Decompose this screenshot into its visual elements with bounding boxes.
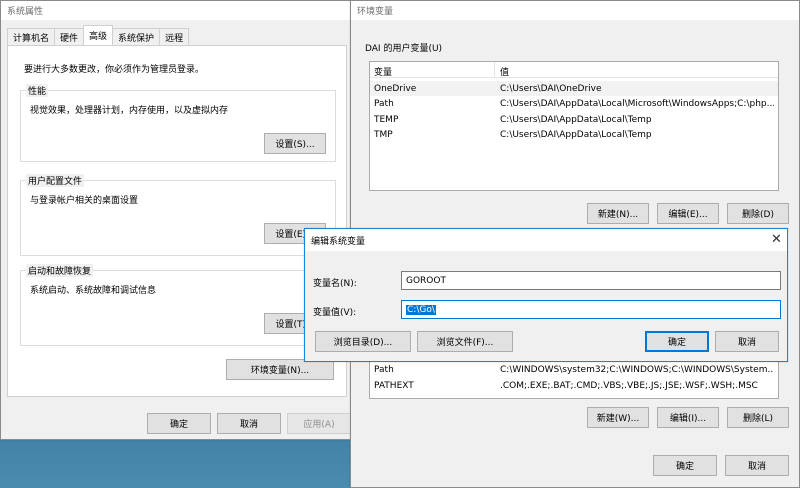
tab-remote[interactable]: 远程 [159,28,190,45]
environment-variables-title: 环境变量 [357,7,394,17]
edit-dialog-titlebar: 编辑系统变量 [305,229,787,251]
environment-variables-ok-button[interactable]: 确定 [653,455,717,476]
close-icon[interactable]: ✕ [771,233,782,246]
variable-value-selected-text: C:\Go\ [406,304,436,315]
user-var-name: OneDrive [374,83,417,94]
startup-recovery-group [20,270,336,346]
user-edit-button[interactable]: 编辑(E)... [657,203,719,224]
system-properties-titlebar: 系统属性 [1,1,351,20]
variable-name-value: GOROOT [406,275,446,286]
variable-name-label: 变量名(N): [313,279,357,289]
system-var-value: .COM;.EXE;.BAT;.CMD;.VBS;.VBE;.JS;.JSE;.… [500,380,758,391]
performance-desc: 视觉效果，处理器计划，内存使用，以及虚拟内存 [30,106,229,116]
system-properties-ok-button[interactable]: 确定 [147,413,211,434]
edit-dialog-cancel-button[interactable]: 取消 [715,331,779,352]
user-variables-list[interactable]: 变量 值 OneDrive C:\Users\DAI\OneDrive Path… [369,61,779,191]
variable-name-input[interactable]: GOROOT [401,271,781,290]
system-properties-cancel-button[interactable]: 取消 [217,413,281,434]
tab-advanced[interactable]: 高级 [83,25,114,45]
edit-system-variable-dialog: 编辑系统变量 ✕ 变量名(N): GOROOT 变量值(V): C:\Go\ 浏… [304,228,788,362]
tab-computer-name[interactable]: 计算机名 [7,28,56,45]
tab-system-protection[interactable]: 系统保护 [112,28,161,45]
system-properties-apply-button[interactable]: 应用(A) [287,413,351,434]
system-var-name: Path [374,364,394,375]
environment-variables-button[interactable]: 环境变量(N)... [226,359,334,380]
variable-value-input[interactable]: C:\Go\ [401,300,781,319]
system-var-row[interactable]: Path C:\WINDOWS\system32;C:\WINDOWS;C:\W… [370,362,778,377]
performance-settings-button[interactable]: 设置(S)... [264,133,326,154]
performance-title: 性能 [26,84,49,97]
user-variables-label: DAI 的用户变量(U) [365,44,443,54]
edit-dialog-ok-button[interactable]: 确定 [645,331,709,352]
user-var-name: TEMP [374,114,399,125]
user-var-value: C:\Users\DAI\OneDrive [500,83,602,94]
column-variable-header: 变量 [374,68,393,78]
user-variables-header: 变量 值 [370,62,778,78]
system-properties-window: 系统属性 计算机名 硬件 高级 系统保护 远程 要进行大多数更改，你必须作为管理… [0,0,352,440]
user-profile-desc: 与登录帐户相关的桌面设置 [30,196,139,206]
user-var-value: C:\Users\DAI\AppData\Local\Temp [500,114,652,125]
environment-variables-titlebar: 环境变量 [351,1,799,20]
user-delete-button[interactable]: 删除(D) [727,203,789,224]
system-properties-title: 系统属性 [7,7,44,17]
admin-note: 要进行大多数更改，你必须作为管理员登录。 [24,65,205,75]
browse-file-button[interactable]: 浏览文件(F)... [417,331,513,352]
startup-recovery-title: 启动和故障恢复 [26,264,94,277]
column-separator [494,62,495,78]
system-var-row[interactable]: PATHEXT .COM;.EXE;.BAT;.CMD;.VBS;.VBE;.J… [370,378,778,393]
user-var-row[interactable]: TEMP C:\Users\DAI\AppData\Local\Temp [370,112,778,127]
user-var-value: C:\Users\DAI\AppData\Local\Microsoft\Win… [500,98,774,109]
startup-recovery-desc: 系统启动、系统故障和调试信息 [30,286,157,296]
user-new-button[interactable]: 新建(N)... [587,203,649,224]
user-var-name: TMP [374,129,393,140]
user-var-row[interactable]: Path C:\Users\DAI\AppData\Local\Microsof… [370,96,778,111]
user-var-row[interactable]: OneDrive C:\Users\DAI\OneDrive [370,81,778,96]
edit-dialog-title: 编辑系统变量 [311,236,366,247]
user-var-value: C:\Users\DAI\AppData\Local\Temp [500,129,652,140]
user-profile-title: 用户配置文件 [26,174,85,187]
user-var-row[interactable]: TMP C:\Users\DAI\AppData\Local\Temp [370,127,778,142]
variable-value-label: 变量值(V): [313,308,357,318]
system-delete-button[interactable]: 删除(L) [727,407,789,428]
system-edit-button[interactable]: 编辑(I)... [657,407,719,428]
system-new-button[interactable]: 新建(W)... [587,407,649,428]
tab-hardware[interactable]: 硬件 [54,28,85,45]
user-var-name: Path [374,98,394,109]
browse-directory-button[interactable]: 浏览目录(D)... [315,331,411,352]
advanced-tab-pane: 要进行大多数更改，你必须作为管理员登录。 性能 视觉效果，处理器计划，内存使用，… [7,45,347,397]
system-var-name: PATHEXT [374,380,414,391]
system-properties-tabs: 计算机名 硬件 高级 系统保护 远程 [7,25,190,45]
system-var-value: C:\WINDOWS\system32;C:\WINDOWS;C:\WINDOW… [500,364,774,375]
column-value-header: 值 [500,68,510,78]
user-profile-group [20,180,336,256]
environment-variables-cancel-button[interactable]: 取消 [725,455,789,476]
